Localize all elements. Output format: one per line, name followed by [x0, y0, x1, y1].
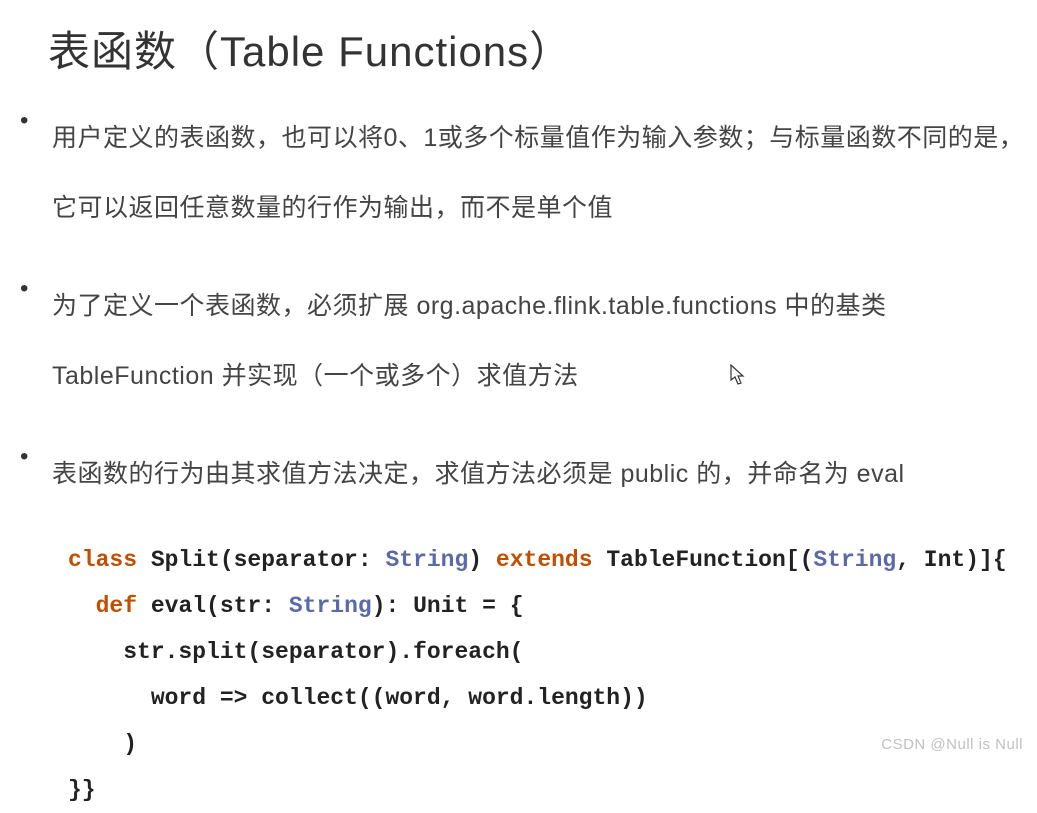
bullet-list: 用户定义的表函数，也可以将0、1或多个标量值作为输入参数；与标量函数不同的是，它… — [0, 103, 1037, 509]
code-keyword: extends — [496, 547, 593, 573]
code-text: TableFunction[( — [593, 547, 814, 573]
code-text: ) — [68, 731, 137, 757]
bullet-text: 用户定义的表函数，也可以将0、1或多个标量值作为输入参数；与标量函数不同的是，它… — [52, 103, 1037, 243]
code-text: ): Unit = { — [372, 593, 524, 619]
code-text: eval(str: — [137, 593, 289, 619]
list-item: 用户定义的表函数，也可以将0、1或多个标量值作为输入参数；与标量函数不同的是，它… — [20, 103, 1037, 243]
code-type: String — [813, 547, 896, 573]
bullet-text: 为了定义一个表函数，必须扩展 org.apache.flink.table.fu… — [52, 271, 1037, 411]
page-title: 表函数（Table Functions） — [48, 18, 1037, 79]
list-item: 为了定义一个表函数，必须扩展 org.apache.flink.table.fu… — [20, 271, 1037, 411]
code-text: ) — [468, 547, 496, 573]
code-type: String — [289, 593, 372, 619]
code-text: , Int)]{ — [896, 547, 1006, 573]
bullet-text: 表函数的行为由其求值方法决定，求值方法必须是 public 的，并命名为 eva… — [52, 439, 1037, 509]
code-text: word => collect((word, word.length)) — [68, 685, 648, 711]
code-text: Split(separator: — [137, 547, 385, 573]
code-keyword: def — [96, 593, 137, 619]
code-text: str.split(separator).foreach( — [68, 639, 523, 665]
list-item: 表函数的行为由其求值方法决定，求值方法必须是 public 的，并命名为 eva… — [20, 439, 1037, 509]
code-text — [68, 593, 96, 619]
code-block: class Split(separator: String) extends T… — [68, 537, 1037, 813]
code-text: }} — [68, 777, 96, 803]
code-type: String — [385, 547, 468, 573]
code-keyword: class — [68, 547, 137, 573]
